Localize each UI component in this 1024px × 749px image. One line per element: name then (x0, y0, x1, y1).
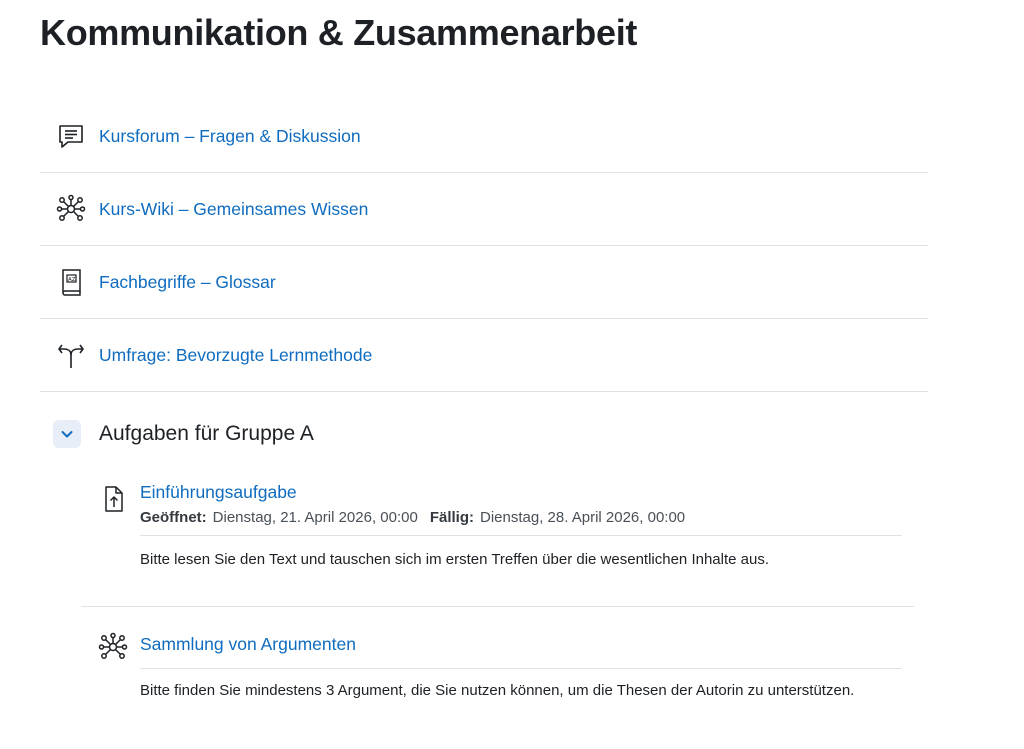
assignment-dates: Geöffnet: Dienstag, 21. April 2026, 00:00… (140, 509, 685, 526)
opened-label: Geöffnet: (140, 509, 207, 526)
arguments-wiki-link[interactable]: Sammlung von Argumenten (140, 634, 356, 654)
wiki-link[interactable]: Kurs-Wiki – Gemeinsames Wissen (99, 199, 368, 220)
assignment-description: Bitte lesen Sie den Text und tauschen si… (140, 535, 902, 572)
wiki-icon (96, 630, 130, 664)
section-header: Aufgaben für Gruppe A (53, 420, 314, 448)
activity-forum[interactable]: Kursforum – Fragen & Diskussion (40, 100, 928, 173)
glossary-icon: AZ (54, 265, 88, 299)
svg-text:AZ: AZ (68, 277, 76, 283)
forum-icon (54, 119, 88, 153)
activity-arguments-wiki: Sammlung von Argumenten Bitte finden Sie… (96, 630, 902, 703)
chevron-down-icon (61, 431, 73, 438)
due-label: Fällig: (429, 509, 474, 526)
section-collapse-button[interactable] (53, 420, 81, 448)
activity-list: Kursforum – Fragen & Diskussion Kurs-Wik… (40, 100, 928, 392)
due-value: Dienstag, 28. April 2026, 00:00 (480, 509, 686, 526)
activity-glossary[interactable]: AZ Fachbegriffe – Glossar (40, 246, 928, 319)
activity-wiki[interactable]: Kurs-Wiki – Gemeinsames Wissen (40, 173, 928, 246)
choice-link[interactable]: Umfrage: Bevorzugte Lernmethode (99, 345, 372, 366)
assignment-upload-icon (96, 482, 130, 516)
assignment-link[interactable]: Einführungsaufgabe (140, 482, 297, 502)
page-title: Kommunikation & Zusammenarbeit (40, 12, 638, 53)
opened-value: Dienstag, 21. April 2026, 00:00 (212, 509, 418, 526)
arguments-description: Bitte finden Sie mindestens 3 Argument, … (140, 668, 902, 703)
section-divider (81, 606, 914, 607)
wiki-icon (54, 192, 88, 226)
forum-link[interactable]: Kursforum – Fragen & Diskussion (99, 126, 361, 147)
activity-assignment: Einführungsaufgabe Geöffnet: Dienstag, 21… (96, 482, 902, 572)
glossary-link[interactable]: Fachbegriffe – Glossar (99, 272, 276, 293)
activity-choice[interactable]: Umfrage: Bevorzugte Lernmethode (40, 319, 928, 392)
choice-icon (54, 338, 88, 372)
section-title: Aufgaben für Gruppe A (99, 422, 314, 445)
